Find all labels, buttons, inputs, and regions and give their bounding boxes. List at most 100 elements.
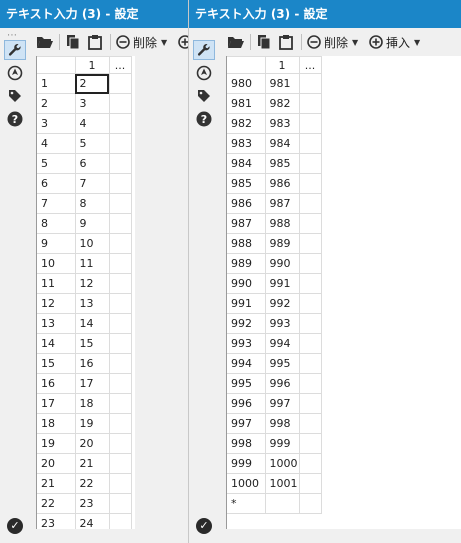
value-cell[interactable]: 987 bbox=[264, 193, 300, 214]
value-cell[interactable]: 982 bbox=[264, 93, 300, 114]
data-grid[interactable]: 1 ... 980 981 981 982 982 983 983 984 984 985 985 9… bbox=[226, 56, 461, 529]
row-index-cell[interactable]: 987 bbox=[227, 213, 266, 234]
value-cell[interactable]: 1000 bbox=[264, 453, 300, 474]
more-columns-header[interactable]: ... bbox=[298, 56, 322, 74]
empty-cell[interactable] bbox=[298, 453, 322, 474]
table-row[interactable]: 13 14 bbox=[37, 313, 132, 334]
row-index-cell[interactable]: 3 bbox=[37, 113, 76, 134]
empty-cell[interactable] bbox=[298, 433, 322, 454]
table-row[interactable]: 23 24 bbox=[37, 513, 132, 529]
value-cell[interactable]: 11 bbox=[74, 253, 110, 274]
empty-cell[interactable] bbox=[298, 393, 322, 414]
table-row[interactable]: 20 21 bbox=[37, 453, 132, 474]
open-button[interactable] bbox=[36, 32, 54, 52]
row-index-cell[interactable]: 984 bbox=[227, 153, 266, 174]
empty-cell[interactable] bbox=[298, 373, 322, 394]
row-index-cell[interactable]: 986 bbox=[227, 193, 266, 214]
table-row[interactable]: 986 987 bbox=[227, 193, 322, 214]
table-row[interactable]: 17 18 bbox=[37, 393, 132, 414]
row-index-cell[interactable]: 1000 bbox=[227, 473, 266, 494]
row-index-cell[interactable]: 980 bbox=[227, 73, 266, 94]
row-index-cell[interactable]: 4 bbox=[37, 133, 76, 154]
value-cell[interactable]: 994 bbox=[264, 333, 300, 354]
empty-cell[interactable] bbox=[108, 133, 132, 154]
table-row[interactable]: 998 999 bbox=[227, 433, 322, 454]
table-row[interactable]: 996 997 bbox=[227, 393, 322, 414]
empty-cell[interactable] bbox=[298, 93, 322, 114]
table-row[interactable]: 997 998 bbox=[227, 413, 322, 434]
table-row[interactable]: 14 15 bbox=[37, 333, 132, 354]
value-cell[interactable]: 995 bbox=[264, 353, 300, 374]
empty-cell[interactable] bbox=[108, 153, 132, 174]
value-cell[interactable]: 1001 bbox=[264, 473, 300, 494]
value-cell[interactable]: 991 bbox=[264, 273, 300, 294]
row-index-cell[interactable]: 8 bbox=[37, 213, 76, 234]
empty-cell[interactable] bbox=[108, 473, 132, 494]
value-cell[interactable]: 17 bbox=[74, 373, 110, 394]
annotation-tool-button[interactable] bbox=[4, 86, 26, 106]
table-row[interactable]: 999 1000 bbox=[227, 453, 322, 474]
empty-cell[interactable] bbox=[108, 453, 132, 474]
empty-cell[interactable] bbox=[298, 173, 322, 194]
empty-cell[interactable] bbox=[108, 493, 132, 514]
row-index-cell[interactable]: 11 bbox=[37, 273, 76, 294]
empty-cell[interactable] bbox=[298, 293, 322, 314]
empty-cell[interactable] bbox=[108, 373, 132, 394]
row-index-cell[interactable]: 990 bbox=[227, 273, 266, 294]
value-cell[interactable]: 6 bbox=[74, 153, 110, 174]
value-cell[interactable]: 986 bbox=[264, 173, 300, 194]
value-cell[interactable]: 4 bbox=[74, 113, 110, 134]
table-row[interactable]: 991 992 bbox=[227, 293, 322, 314]
more-columns-header[interactable]: ... bbox=[108, 56, 132, 74]
empty-cell[interactable] bbox=[108, 213, 132, 234]
row-index-cell[interactable]: 998 bbox=[227, 433, 266, 454]
row-index-cell[interactable]: 14 bbox=[37, 333, 76, 354]
table-row[interactable]: 67 bbox=[37, 173, 132, 194]
delete-button[interactable]: 削除 ▼ bbox=[307, 32, 358, 52]
value-cell[interactable]: 12 bbox=[74, 273, 110, 294]
empty-cell[interactable] bbox=[108, 353, 132, 374]
table-row[interactable]: 56 bbox=[37, 153, 132, 174]
table-row[interactable]: 22 23 bbox=[37, 493, 132, 514]
value-cell[interactable]: 24 bbox=[74, 513, 110, 529]
check-icon[interactable]: ✓ bbox=[196, 518, 212, 534]
empty-cell[interactable] bbox=[298, 313, 322, 334]
paste-button[interactable] bbox=[279, 32, 293, 52]
value-cell[interactable]: 999 bbox=[264, 433, 300, 454]
empty-cell[interactable] bbox=[108, 93, 132, 114]
row-index-cell[interactable]: 996 bbox=[227, 393, 266, 414]
empty-cell[interactable] bbox=[108, 293, 132, 314]
config-tool-button[interactable] bbox=[193, 40, 215, 60]
table-row[interactable]: 11 12 bbox=[37, 273, 132, 294]
row-index-cell[interactable]: 999 bbox=[227, 453, 266, 474]
table-row[interactable]: 995 996 bbox=[227, 373, 322, 394]
row-index-cell[interactable]: 23 bbox=[37, 513, 76, 529]
row-index-cell[interactable]: * bbox=[227, 493, 266, 514]
table-row[interactable]: 993 994 bbox=[227, 333, 322, 354]
table-row[interactable]: 980 981 bbox=[227, 73, 322, 94]
table-row[interactable]: 994 995 bbox=[227, 353, 322, 374]
value-cell[interactable]: 988 bbox=[264, 213, 300, 234]
table-row[interactable]: * bbox=[227, 493, 322, 514]
empty-cell[interactable] bbox=[298, 113, 322, 134]
row-index-cell[interactable]: 993 bbox=[227, 333, 266, 354]
config-tool-button[interactable] bbox=[4, 40, 26, 60]
value-cell[interactable] bbox=[264, 493, 300, 514]
copy-button[interactable] bbox=[257, 32, 271, 52]
column-header[interactable]: 1 bbox=[264, 56, 300, 74]
row-index-cell[interactable]: 21 bbox=[37, 473, 76, 494]
value-cell[interactable]: 993 bbox=[264, 313, 300, 334]
value-cell[interactable]: 14 bbox=[74, 313, 110, 334]
value-cell[interactable]: 984 bbox=[264, 133, 300, 154]
help-button[interactable]: ? bbox=[4, 109, 26, 129]
value-cell[interactable]: 16 bbox=[74, 353, 110, 374]
insert-button[interactable] bbox=[178, 32, 188, 52]
table-row[interactable]: 34 bbox=[37, 113, 132, 134]
table-row[interactable]: 989 990 bbox=[227, 253, 322, 274]
row-index-cell[interactable]: 981 bbox=[227, 93, 266, 114]
value-cell[interactable]: 2 bbox=[74, 73, 110, 94]
row-index-cell[interactable]: 997 bbox=[227, 413, 266, 434]
table-row[interactable]: 78 bbox=[37, 193, 132, 214]
table-row[interactable]: 984 985 bbox=[227, 153, 322, 174]
row-index-cell[interactable]: 991 bbox=[227, 293, 266, 314]
